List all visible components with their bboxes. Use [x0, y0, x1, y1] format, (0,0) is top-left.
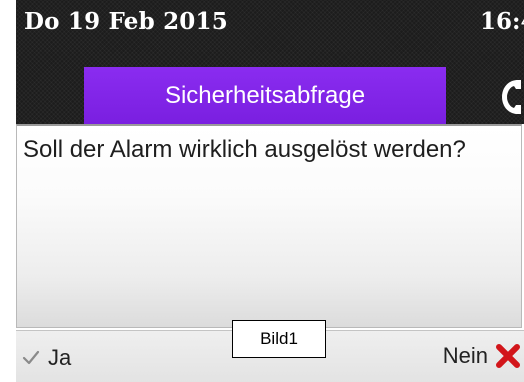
figure-caption-box: Bild1: [232, 320, 326, 358]
status-time: 16:48: [480, 8, 524, 35]
phone-icon-graphic: [502, 80, 521, 114]
dialog-message: Soll der Alarm wirklich ausgelöst werden…: [23, 136, 466, 163]
yes-label: Ja: [48, 345, 72, 370]
figure-caption: Bild1: [260, 329, 298, 348]
yes-softkey[interactable]: Ja: [22, 345, 71, 371]
no-softkey[interactable]: Nein: [443, 343, 520, 369]
status-date: Do 19 Feb 2015: [24, 8, 228, 35]
confirmation-dialog: Soll der Alarm wirklich ausgelöst werden…: [16, 124, 522, 328]
tab-sicherheitsabfrage[interactable]: Sicherheitsabfrage: [84, 67, 446, 124]
tab-label: Sicherheitsabfrage: [164, 81, 366, 109]
phone-icon[interactable]: [494, 74, 524, 120]
phone-screen: Do 19 Feb 2015 16:48 Sicherheitsabfrage …: [0, 0, 524, 382]
checkmark-icon: [22, 350, 40, 365]
status-bar: Do 19 Feb 2015 16:48: [16, 0, 524, 52]
cross-icon: [496, 344, 520, 368]
tab-row: Sicherheitsabfrage: [16, 52, 524, 124]
no-label: Nein: [442, 343, 488, 368]
